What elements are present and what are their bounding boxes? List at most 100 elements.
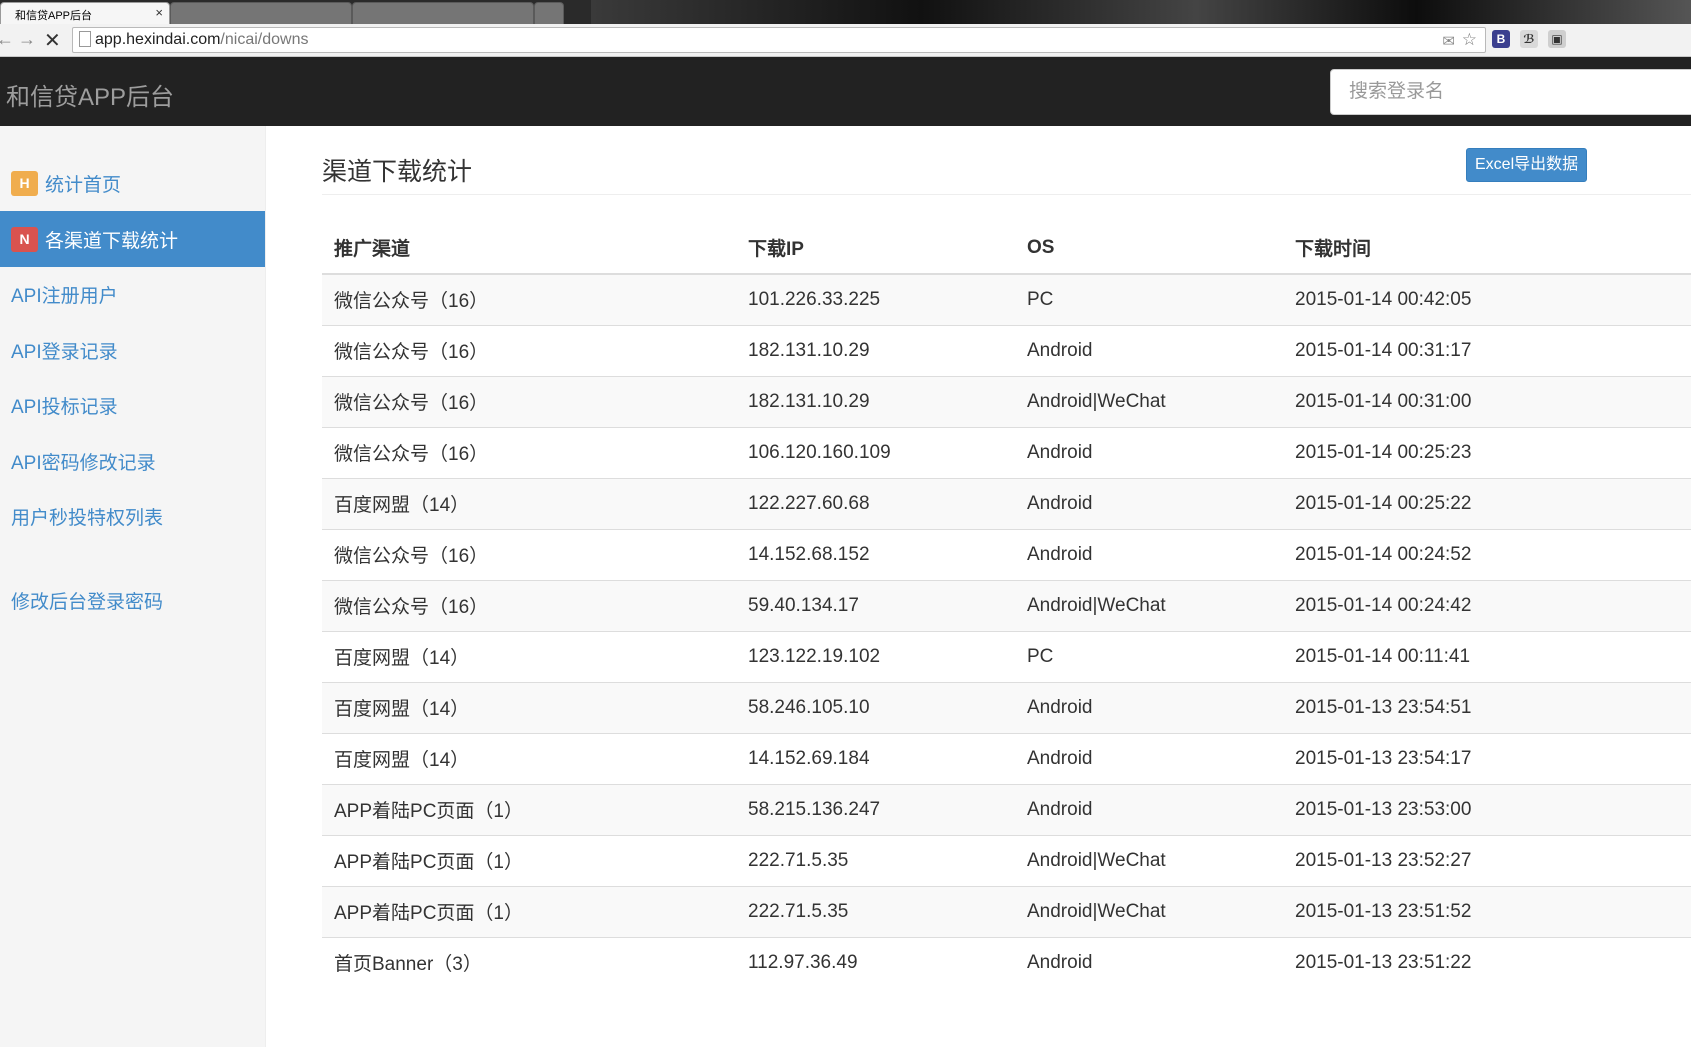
table-row[interactable]: 微信公众号（16） 59.40.134.17 Android|WeChat 2015-… bbox=[322, 579, 1691, 631]
cell-os: Android|WeChat bbox=[1015, 375, 1283, 427]
cell-channel: 微信公众号（16） bbox=[322, 579, 736, 631]
column-header-ip[interactable]: 下载IP bbox=[736, 222, 1015, 275]
table-row[interactable]: 百度网盟（14） 14.152.69.184 Android 2015-01-13 2… bbox=[322, 732, 1691, 784]
table-row[interactable]: 百度网盟（14） 58.246.105.10 Android 2015-01-13 2… bbox=[322, 681, 1691, 733]
sidebar-item-label: API密码修改记录 bbox=[11, 452, 156, 474]
cell-time: 2015-01-14 00:31:00 bbox=[1283, 375, 1691, 427]
cell-time: 2015-01-14 00:25:22 bbox=[1283, 477, 1691, 529]
sidebar-item-channel-downloads[interactable]: N 各渠道下载统计 bbox=[0, 211, 265, 267]
address-url[interactable]: app.hexindai.com/nicai/downs bbox=[95, 31, 308, 49]
table-row[interactable]: 微信公众号（16） 182.131.10.29 Android 2015-01-14 … bbox=[322, 324, 1691, 376]
sidebar-item-api-password-changes[interactable]: API密码修改记录 bbox=[0, 433, 265, 489]
cell-os: Android|WeChat bbox=[1015, 579, 1283, 631]
cell-ip: 182.131.10.29 bbox=[736, 324, 1015, 376]
new-badge-icon: N bbox=[11, 226, 38, 252]
cell-time: 2015-01-14 00:31:17 bbox=[1283, 324, 1691, 376]
tab-title: 和信贷APP后台 bbox=[15, 10, 93, 22]
new-tab-button[interactable] bbox=[534, 2, 564, 24]
stop-loading-icon[interactable]: ✕ bbox=[44, 28, 61, 53]
cell-os: Android bbox=[1015, 732, 1283, 784]
bookmark-star-icon[interactable]: ☆ bbox=[1462, 30, 1477, 50]
table-body: 微信公众号（16） 101.226.33.225 PC 2015-01-14 00:4… bbox=[322, 273, 1691, 988]
cell-channel: 首页Banner（3） bbox=[322, 936, 736, 988]
tab-close-icon[interactable]: × bbox=[155, 5, 163, 20]
cell-time: 2015-01-13 23:54:51 bbox=[1283, 681, 1691, 733]
extension-icon[interactable]: ℬ bbox=[1520, 30, 1538, 48]
column-header-channel[interactable]: 推广渠道 bbox=[322, 222, 736, 275]
cell-os: Android bbox=[1015, 528, 1283, 580]
sidebar-item-api-bid-records[interactable]: API投标记录 bbox=[0, 377, 265, 433]
cell-time: 2015-01-14 00:24:52 bbox=[1283, 528, 1691, 580]
sidebar-item-api-registered-users[interactable]: API注册用户 bbox=[0, 266, 265, 322]
cell-ip: 14.152.68.152 bbox=[736, 528, 1015, 580]
table-row[interactable]: 微信公众号（16） 182.131.10.29 Android|WeChat 2015… bbox=[322, 375, 1691, 427]
column-header-os[interactable]: OS bbox=[1015, 222, 1283, 275]
extension-icon[interactable]: ▣ bbox=[1548, 30, 1566, 48]
sidebar-item-label: 修改后台登录密码 bbox=[11, 591, 164, 613]
cell-time: 2015-01-14 00:11:41 bbox=[1283, 630, 1691, 682]
back-arrow-icon[interactable]: ← bbox=[0, 29, 14, 50]
cell-ip: 122.227.60.68 bbox=[736, 477, 1015, 529]
page-title: 渠道下载统计 bbox=[322, 158, 473, 186]
table-row[interactable]: 微信公众号（16） 106.120.160.109 Android 2015-01-1… bbox=[322, 426, 1691, 478]
browser-tab-active[interactable]: 和信贷APP后台 × bbox=[0, 2, 170, 24]
cell-time: 2015-01-13 23:52:27 bbox=[1283, 834, 1691, 886]
browser-tabstrip: 和信贷APP后台 × bbox=[0, 0, 1691, 24]
cell-ip: 106.120.160.109 bbox=[736, 426, 1015, 478]
table-row[interactable]: 百度网盟（14） 123.122.19.102 PC 2015-01-14 00:11… bbox=[322, 630, 1691, 682]
cell-ip: 182.131.10.29 bbox=[736, 375, 1015, 427]
sidebar-item-change-admin-password[interactable]: 修改后台登录密码 bbox=[0, 572, 265, 628]
address-bar[interactable]: app.hexindai.com/nicai/downs ✉ ☆ bbox=[72, 27, 1486, 53]
cell-ip: 222.71.5.35 bbox=[736, 834, 1015, 886]
cell-channel: 百度网盟（14） bbox=[322, 630, 736, 682]
search-input[interactable] bbox=[1330, 69, 1691, 115]
table-row[interactable]: APP着陆PC页面（1） 58.215.136.247 Android 2015-01… bbox=[322, 783, 1691, 835]
home-badge-icon: H bbox=[11, 170, 38, 196]
cell-os: Android bbox=[1015, 477, 1283, 529]
title-divider bbox=[322, 194, 1691, 195]
brand-title[interactable]: 和信贷APP后台 bbox=[6, 77, 174, 112]
cell-channel: 微信公众号（16） bbox=[322, 273, 736, 325]
extension-icon[interactable]: B bbox=[1492, 30, 1510, 48]
sidebar-item-label: API注册用户 bbox=[11, 285, 118, 307]
cell-time: 2015-01-14 00:25:23 bbox=[1283, 426, 1691, 478]
excel-export-button[interactable]: Excel导出数据 bbox=[1466, 148, 1588, 182]
sidebar-item-label: API登录记录 bbox=[11, 341, 118, 363]
sidebar-item-instant-bid-privileges[interactable]: 用户秒投特权列表 bbox=[0, 488, 265, 544]
cell-channel: 百度网盟（14） bbox=[322, 681, 736, 733]
table-row[interactable]: 百度网盟（14） 122.227.60.68 Android 2015-01-14 0… bbox=[322, 477, 1691, 529]
cell-ip: 101.226.33.225 bbox=[736, 273, 1015, 325]
cell-channel: 百度网盟（14） bbox=[322, 732, 736, 784]
table-row[interactable]: APP着陆PC页面（1） 222.71.5.35 Android|WeChat 201… bbox=[322, 885, 1691, 937]
table-row[interactable]: 微信公众号（16） 14.152.68.152 Android 2015-01-14 … bbox=[322, 528, 1691, 580]
cell-ip: 58.215.136.247 bbox=[736, 783, 1015, 835]
cell-channel: APP着陆PC页面（1） bbox=[322, 783, 736, 835]
cell-os: Android bbox=[1015, 936, 1283, 988]
cell-time: 2015-01-13 23:54:17 bbox=[1283, 732, 1691, 784]
cell-channel: 微信公众号（16） bbox=[322, 528, 736, 580]
column-header-time[interactable]: 下载时间 bbox=[1283, 222, 1691, 275]
sidebar-item-api-login-records[interactable]: API登录记录 bbox=[0, 322, 265, 378]
table-row[interactable]: 首页Banner（3） 112.97.36.49 Android 2015-01-13… bbox=[322, 936, 1691, 988]
cell-os: Android bbox=[1015, 426, 1283, 478]
cell-os: PC bbox=[1015, 630, 1283, 682]
browser-tab[interactable] bbox=[170, 2, 352, 24]
sidebar-item-stats-home[interactable]: H 统计首页 bbox=[0, 155, 265, 211]
forward-arrow-icon[interactable]: → bbox=[18, 29, 36, 50]
cell-os: Android bbox=[1015, 783, 1283, 835]
url-host: app.hexindai.com bbox=[95, 31, 221, 48]
cell-time: 2015-01-13 23:51:22 bbox=[1283, 936, 1691, 988]
table-row[interactable]: APP着陆PC页面（1） 222.71.5.35 Android|WeChat 201… bbox=[322, 834, 1691, 886]
cell-channel: 微信公众号（16） bbox=[322, 426, 736, 478]
browser-tab[interactable] bbox=[352, 2, 534, 24]
cell-ip: 112.97.36.49 bbox=[736, 936, 1015, 988]
cell-time: 2015-01-13 23:53:00 bbox=[1283, 783, 1691, 835]
cell-ip: 123.122.19.102 bbox=[736, 630, 1015, 682]
cell-channel: 百度网盟（14） bbox=[322, 477, 736, 529]
cell-os: Android bbox=[1015, 681, 1283, 733]
mail-icon[interactable]: ✉ bbox=[1442, 32, 1455, 50]
cell-channel: 微信公众号（16） bbox=[322, 375, 736, 427]
table-row[interactable]: 微信公众号（16） 101.226.33.225 PC 2015-01-14 00:4… bbox=[322, 273, 1691, 325]
cell-channel: APP着陆PC页面（1） bbox=[322, 885, 736, 937]
url-path: /nicai/downs bbox=[220, 31, 309, 48]
